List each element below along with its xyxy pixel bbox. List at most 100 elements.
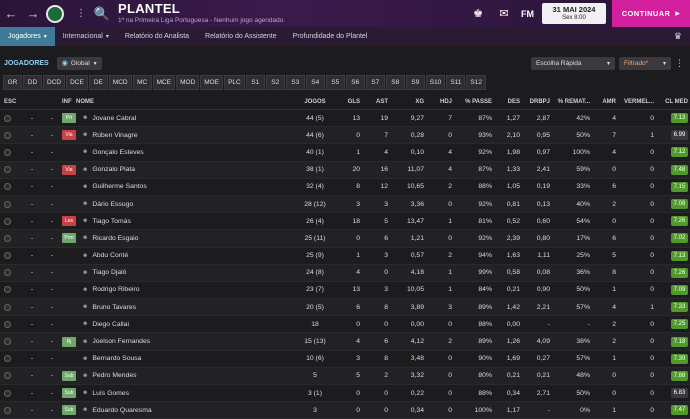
col-amr[interactable]: AMR — [590, 99, 616, 105]
date-display[interactable]: 31 MAI 2024 Sex 8:00 — [542, 3, 606, 24]
name-cell[interactable]: ☻ Abdu Conté — [76, 252, 300, 259]
select-checkbox[interactable] — [4, 269, 11, 277]
select-cell[interactable] — [0, 183, 22, 191]
club-badge-icon[interactable] — [46, 4, 64, 23]
table-row[interactable]: - - ☻ Gonçalo Esteves 40 (1) 1 4 0,10 4 92% 1,98 0,… — [0, 144, 690, 162]
table-row[interactable]: - - ☻ Tiago Djaló 24 (8) 4 0 4,18 1 99% 0,58 0,08 36… — [0, 264, 690, 282]
position-tab[interactable]: DD — [23, 75, 42, 90]
position-tab[interactable]: S2 — [265, 75, 285, 90]
player-name[interactable]: Gonzalo Plata — [92, 166, 135, 173]
table-row[interactable]: - - ☻ Abdu Conté 25 (9) 1 3 0,57 2 94% 1,63 1,11 25%… — [0, 248, 690, 265]
player-name[interactable]: Abdu Conté — [92, 252, 128, 259]
status-badge[interactable]: Sub — [62, 370, 76, 381]
position-tab[interactable]: S4 — [305, 75, 325, 90]
player-name[interactable]: Diego Callai — [92, 321, 129, 328]
select-checkbox[interactable] — [4, 183, 11, 191]
select-checkbox[interactable] — [4, 303, 11, 311]
player-name[interactable]: Jovane Cabral — [92, 115, 136, 122]
name-cell[interactable]: ☻ Diego Callai — [76, 321, 300, 328]
player-name[interactable]: Guilherme Santos — [92, 183, 146, 190]
tab-internacional[interactable]: Internacional ▾ — [55, 27, 117, 46]
select-cell[interactable] — [0, 355, 22, 363]
forward-arrow-icon[interactable]: → — [22, 0, 44, 27]
search-icon[interactable]: 🔍 — [92, 4, 112, 24]
player-name[interactable]: Eduardo Quaresma — [92, 407, 151, 414]
select-cell[interactable] — [0, 406, 22, 414]
select-checkbox[interactable] — [4, 372, 11, 380]
select-cell[interactable] — [0, 252, 22, 260]
select-checkbox[interactable] — [4, 234, 11, 242]
name-cell[interactable]: ☻ Joelson Fernandes — [76, 338, 300, 345]
player-name[interactable]: Dário Essugo — [92, 201, 133, 208]
table-row[interactable]: - - Via ☻ Rúben Vinagre 44 (6) 0 7 0,28 0 93% 2,10 0… — [0, 127, 690, 145]
select-cell[interactable] — [0, 372, 22, 380]
position-tab[interactable]: S12 — [466, 75, 486, 90]
table-row[interactable]: - - Prm ☻ Ricardo Esgaio 25 (11) 0 6 1,21 0 92% 2,3… — [0, 230, 690, 248]
select-checkbox[interactable] — [4, 338, 11, 346]
menu-icon[interactable]: ⋮ — [70, 0, 92, 27]
position-tab[interactable]: S1 — [245, 75, 265, 90]
name-cell[interactable]: ☻ Guilherme Santos — [76, 183, 300, 190]
select-checkbox[interactable] — [4, 217, 11, 225]
position-tab[interactable]: S5 — [325, 75, 345, 90]
col-remat[interactable]: % REMAT... — [550, 99, 590, 105]
table-row[interactable]: - - Prt ☻ Jovane Cabral 44 (5) 13 19 9,27 7 87% 1,2… — [0, 110, 690, 128]
col-xg[interactable]: XG — [388, 99, 424, 105]
table-row[interactable]: - - ☻ Bernardo Sousa 10 (6) 3 8 3,48 0 90% 1,69 0,2… — [0, 351, 690, 368]
position-tab[interactable]: DCE — [66, 75, 88, 90]
back-arrow-icon[interactable]: ← — [0, 0, 22, 27]
table-row[interactable]: - - ☻ Bruno Tavares 20 (5) 6 8 3,89 3 89% 1,42 2,21… — [0, 299, 690, 317]
name-cell[interactable]: ☻ Tiago Tomás — [76, 218, 300, 225]
position-tab[interactable]: S3 — [285, 75, 305, 90]
player-name[interactable]: Tiago Tomás — [92, 218, 131, 225]
quick-pick-dropdown[interactable]: Escolha Rápida ▾ — [531, 56, 615, 70]
position-tab[interactable]: GR — [3, 75, 22, 90]
select-checkbox[interactable] — [4, 114, 11, 122]
position-tab[interactable]: S9 — [405, 75, 425, 90]
select-cell[interactable] — [0, 114, 22, 122]
name-cell[interactable]: ☻ Bruno Tavares — [76, 304, 300, 311]
position-tab[interactable]: S7 — [365, 75, 385, 90]
tab-jogadores[interactable]: Jogadores ▾ — [0, 27, 55, 46]
position-tab[interactable]: MOD — [176, 75, 200, 90]
name-cell[interactable]: ☻ Jovane Cabral — [76, 115, 300, 122]
select-checkbox[interactable] — [4, 252, 11, 260]
player-name[interactable]: Bernardo Sousa — [92, 355, 141, 362]
position-tab[interactable]: DCD — [43, 75, 66, 90]
select-checkbox[interactable] — [4, 406, 11, 414]
name-cell[interactable]: ☻ Ricardo Esgaio — [76, 235, 300, 242]
position-tab[interactable]: MOE — [200, 75, 224, 90]
player-name[interactable]: Ricardo Esgaio — [92, 235, 138, 242]
name-cell[interactable]: ☻ Eduardo Quaresma — [76, 407, 300, 414]
status-badge[interactable]: Prt — [62, 113, 76, 124]
col-passe[interactable]: % PASSE — [452, 99, 492, 105]
position-tab[interactable]: S6 — [345, 75, 365, 90]
position-tab[interactable]: S11 — [446, 75, 466, 90]
select-checkbox[interactable] — [4, 320, 11, 328]
select-cell[interactable] — [0, 320, 22, 328]
player-name[interactable]: Pedro Mendes — [92, 372, 136, 379]
table-row[interactable]: - - ☻ Rodrigo Ribeiro 23 (7) 13 3 10,05 1 84% 0,21… — [0, 282, 690, 300]
status-badge[interactable]: Sub — [62, 405, 76, 416]
player-name[interactable]: Rodrigo Ribeiro — [92, 286, 139, 293]
select-checkbox[interactable] — [4, 286, 11, 294]
col-ast[interactable]: AST — [360, 99, 388, 105]
global-filter-button[interactable]: ◉ Global ▾ — [56, 56, 102, 70]
table-row[interactable]: - - Rj ☻ Joelson Fernandes 15 (13) 4 6 4,12 2 89% 1… — [0, 333, 690, 351]
tab-relatorio-assistente[interactable]: Relatório do Assistente — [197, 27, 285, 46]
fm-logo[interactable]: FM — [521, 9, 534, 19]
status-badge[interactable]: Rj — [62, 336, 76, 347]
select-cell[interactable] — [0, 234, 22, 242]
col-inf[interactable]: INF — [62, 99, 76, 105]
col-drbpj[interactable]: DRBPJ — [520, 99, 550, 105]
social-icon[interactable]: ♚ — [467, 3, 489, 25]
name-cell[interactable]: ☻ Luís Gomes — [76, 390, 300, 397]
position-tab[interactable]: S10 — [425, 75, 446, 90]
table-row[interactable]: - - ☻ Dário Essugo 28 (12) 3 3 3,36 0 92% 0,81 0,13… — [0, 195, 690, 214]
status-badge[interactable]: Les — [62, 216, 76, 227]
position-tab[interactable]: PLC — [224, 75, 245, 90]
player-name[interactable]: Tiago Djaló — [92, 269, 126, 276]
name-cell[interactable]: ☻ Dário Essugo — [76, 201, 300, 208]
position-tab[interactable]: MC — [132, 75, 152, 90]
col-jogos[interactable]: JOGOS — [300, 99, 330, 105]
